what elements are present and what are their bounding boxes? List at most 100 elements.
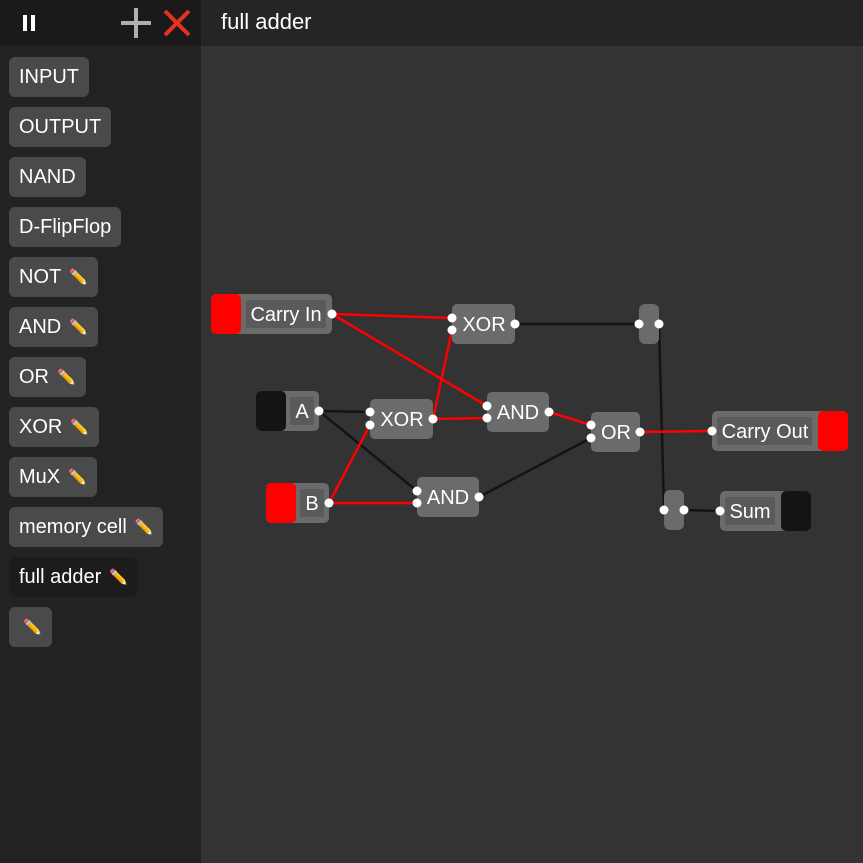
- plus-icon[interactable]: [120, 7, 152, 39]
- wire: [327, 424, 372, 504]
- pin[interactable]: [474, 492, 484, 502]
- sidebar-item-label: INPUT: [19, 65, 79, 88]
- pin[interactable]: [482, 401, 492, 411]
- pin[interactable]: [654, 319, 664, 329]
- input-b[interactable]: B: [266, 483, 334, 523]
- input-label: B: [305, 493, 318, 515]
- wire: [331, 312, 488, 408]
- sidebar-item-label: XOR: [19, 415, 63, 438]
- pencil-icon[interactable]: ✏️: [135, 518, 154, 536]
- pin[interactable]: [586, 420, 596, 430]
- input-a[interactable]: A: [256, 391, 324, 431]
- sidebar-item-label: memory cell: [19, 515, 127, 538]
- wire: [432, 416, 488, 421]
- pin[interactable]: [586, 433, 596, 443]
- output-indicator: [781, 491, 811, 531]
- wire: [657, 323, 666, 511]
- pin[interactable]: [482, 413, 492, 423]
- wire-relay-node[interactable]: [659, 490, 689, 530]
- wire: [318, 410, 418, 492]
- pin[interactable]: [324, 498, 334, 508]
- sidebar-item-label: NAND: [19, 165, 76, 188]
- pin[interactable]: [659, 505, 669, 515]
- pin[interactable]: [707, 426, 717, 436]
- pin[interactable]: [412, 498, 422, 508]
- wire: [331, 312, 453, 320]
- sidebar-item-xor[interactable]: XOR ✏️: [9, 407, 100, 447]
- page-title: full adder: [221, 9, 312, 34]
- pencil-icon[interactable]: ✏️: [109, 568, 128, 586]
- output-label: Sum: [729, 501, 770, 523]
- pin[interactable]: [635, 427, 645, 437]
- gate-label: XOR: [462, 314, 505, 336]
- sidebar-item-label: full adder: [19, 565, 102, 588]
- toggle-switch[interactable]: [256, 391, 286, 431]
- sidebar-item-label: MuX: [19, 465, 61, 488]
- sidebar-item-mux[interactable]: MuX ✏️: [9, 457, 97, 497]
- pin[interactable]: [365, 407, 375, 417]
- pencil-icon[interactable]: ✏️: [69, 268, 88, 286]
- pin[interactable]: [314, 406, 324, 416]
- output-label: Carry Out: [722, 421, 809, 443]
- input-label: Carry In: [250, 304, 321, 326]
- wire: [639, 429, 713, 434]
- pin[interactable]: [634, 319, 644, 329]
- output-carry-out[interactable]: Carry Out: [707, 411, 849, 451]
- toolbar: [0, 0, 201, 46]
- input-label: A: [295, 401, 309, 423]
- pencil-icon[interactable]: ✏️: [68, 468, 87, 486]
- wire: [318, 409, 371, 414]
- pencil-icon[interactable]: ✏️: [57, 368, 76, 386]
- pin[interactable]: [544, 407, 554, 417]
- pin[interactable]: [447, 325, 457, 335]
- gate-xor[interactable]: XOR: [365, 399, 438, 439]
- pencil-icon[interactable]: ✏️: [23, 618, 42, 636]
- sidebar-item-not[interactable]: NOT ✏️: [9, 257, 98, 297]
- output-indicator: [818, 411, 848, 451]
- sidebar-item-and[interactable]: AND ✏️: [9, 307, 98, 347]
- sidebar-item-full-adder[interactable]: full adder ✏️: [9, 557, 138, 597]
- sidebar-item-or[interactable]: OR ✏️: [9, 357, 86, 397]
- gate-xor[interactable]: XOR: [447, 304, 520, 344]
- wire: [478, 436, 592, 499]
- pin[interactable]: [412, 486, 422, 496]
- sidebar-item-label: D-FlipFlop: [19, 215, 112, 238]
- pencil-icon[interactable]: ✏️: [69, 318, 88, 336]
- sidebar-item-nand[interactable]: NAND: [9, 157, 86, 197]
- pencil-icon[interactable]: ✏️: [70, 418, 89, 436]
- sidebar-item-new[interactable]: ✏️: [9, 607, 52, 647]
- sidebar-item-label: OUTPUT: [19, 115, 102, 138]
- pin[interactable]: [327, 309, 337, 319]
- toggle-switch[interactable]: [266, 483, 296, 523]
- input-carry-in[interactable]: Carry In: [211, 294, 337, 334]
- wires: [318, 312, 721, 513]
- sidebar-item-label: NOT: [19, 265, 62, 288]
- gate-label: OR: [601, 422, 631, 444]
- wire: [431, 329, 454, 420]
- sidebar-item-output[interactable]: OUTPUT: [9, 107, 112, 147]
- gate-label: AND: [427, 487, 469, 509]
- wire: [548, 410, 592, 427]
- sidebar-item-label: AND: [19, 315, 62, 338]
- sidebar: INPUT OUTPUT NAND D-FlipFlop NOT ✏️ AND …: [0, 0, 201, 863]
- gate-label: XOR: [380, 409, 423, 431]
- pin[interactable]: [679, 505, 689, 515]
- sidebar-item-memory-cell[interactable]: memory cell ✏️: [9, 507, 164, 547]
- pin[interactable]: [447, 313, 457, 323]
- pin[interactable]: [510, 319, 520, 329]
- pin[interactable]: [715, 506, 725, 516]
- wire-relay-node[interactable]: [634, 304, 664, 344]
- sidebar-item-d-flipflop[interactable]: D-FlipFlop: [9, 207, 122, 247]
- sidebar-item-label: OR: [19, 365, 49, 388]
- close-icon[interactable]: [161, 7, 193, 39]
- pin[interactable]: [428, 414, 438, 424]
- pin[interactable]: [365, 420, 375, 430]
- pause-icon[interactable]: [13, 7, 45, 39]
- output-sum[interactable]: Sum: [715, 491, 812, 531]
- gate-or[interactable]: OR: [586, 412, 645, 452]
- wire: [683, 508, 721, 513]
- gate-and[interactable]: AND: [412, 477, 484, 517]
- sidebar-item-input[interactable]: INPUT: [9, 57, 89, 97]
- toggle-switch[interactable]: [211, 294, 241, 334]
- gate-and[interactable]: AND: [482, 392, 554, 432]
